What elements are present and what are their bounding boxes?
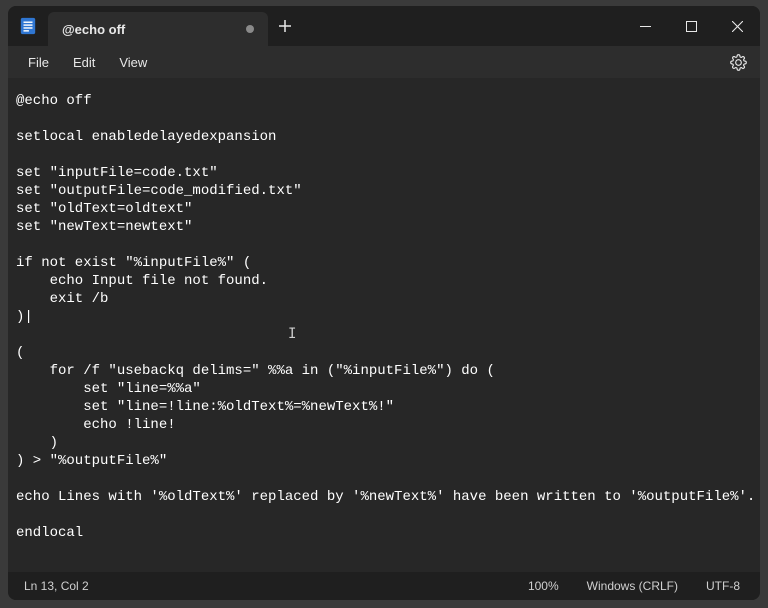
- statusbar: Ln 13, Col 2 100% Windows (CRLF) UTF-8: [8, 572, 760, 600]
- tab-dirty-indicator-icon: [246, 25, 254, 33]
- new-tab-button[interactable]: [268, 6, 302, 46]
- maximize-button[interactable]: [668, 6, 714, 46]
- minimize-icon: [640, 21, 651, 32]
- gear-icon: [730, 54, 747, 71]
- maximize-icon: [686, 21, 697, 32]
- tab-title: @echo off: [62, 22, 125, 37]
- plus-icon: [279, 20, 291, 32]
- menu-file[interactable]: File: [16, 50, 61, 75]
- window: @echo off File Edit View: [8, 6, 760, 600]
- minimize-button[interactable]: [622, 6, 668, 46]
- app-icon: [8, 6, 48, 46]
- status-zoom[interactable]: 100%: [514, 572, 573, 600]
- status-eol[interactable]: Windows (CRLF): [573, 572, 692, 600]
- editor-content: @echo off setlocal enabledelayedexpansio…: [16, 93, 755, 541]
- menu-edit[interactable]: Edit: [61, 50, 107, 75]
- text-ibeam-cursor-icon: I: [288, 325, 296, 341]
- tab-active[interactable]: @echo off: [48, 12, 268, 46]
- titlebar: @echo off: [8, 6, 760, 46]
- status-encoding[interactable]: UTF-8: [692, 572, 754, 600]
- status-caret-position[interactable]: Ln 13, Col 2: [14, 579, 99, 593]
- window-controls: [622, 6, 760, 46]
- settings-button[interactable]: [724, 48, 752, 76]
- close-icon: [732, 21, 743, 32]
- editor-area[interactable]: @echo off setlocal enabledelayedexpansio…: [8, 78, 760, 572]
- menubar: File Edit View: [8, 46, 760, 78]
- menu-view[interactable]: View: [107, 50, 159, 75]
- close-button[interactable]: [714, 6, 760, 46]
